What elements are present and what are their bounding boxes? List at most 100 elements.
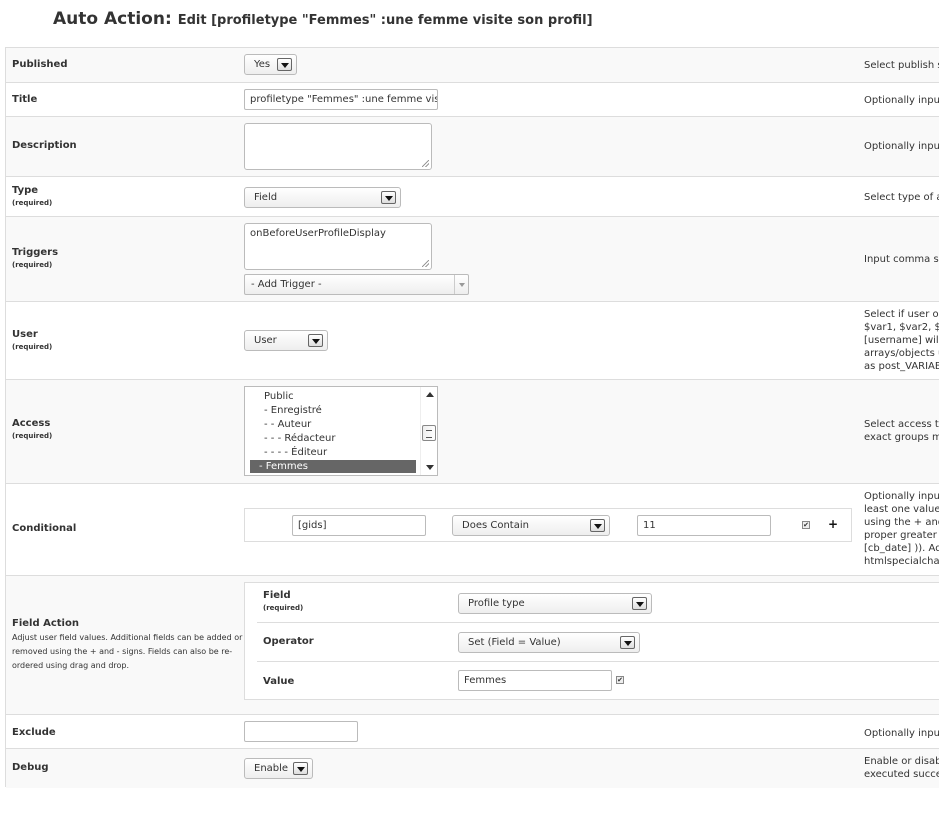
add-condition-button[interactable]: + [828, 517, 838, 531]
triggers-required: (required) [12, 261, 53, 269]
field-action-value-input[interactable]: Femmes [458, 670, 612, 691]
user-label-text: User [12, 329, 38, 340]
conditional-panel: [gids] Does Contain 11 ✔ + [244, 508, 852, 542]
description-label: Description [12, 140, 77, 151]
field-action-field-row: Field (required) Profile type [257, 583, 939, 623]
conditional-operator-value: Does Contain [462, 520, 529, 531]
access-help-line: Select access to [864, 419, 939, 430]
edit-subtitle: Edit [profiletype "Femmes" :une femme vi… [177, 13, 593, 28]
scroll-up-icon[interactable] [426, 392, 434, 397]
conditional-operator-select[interactable]: Does Contain [452, 515, 610, 536]
triggers-textarea[interactable]: onBeforeUserProfileDisplay [244, 223, 432, 270]
chevron-down-icon [590, 519, 605, 532]
conditional-help-line: using the + and [864, 517, 939, 528]
access-label-text: Access [12, 418, 51, 429]
conditional-field-input[interactable]: [gids] [292, 515, 426, 536]
field-action-field-label-text: Field [263, 590, 291, 601]
chevron-down-icon [277, 58, 292, 71]
row-title: Title profiletype "Femmes" :une femme vi… [6, 82, 939, 116]
row-debug: Debug Enable Enable or disab executed su… [6, 748, 939, 788]
triggers-label-text: Triggers [12, 247, 59, 258]
access-option-author[interactable]: - - Auteur [250, 418, 416, 431]
field-action-field-required: (required) [263, 604, 304, 612]
type-select[interactable]: Field [244, 187, 401, 208]
user-help-line: as post_VARIAB [864, 361, 939, 372]
conditional-help-line: [cb_date] )). Add [864, 543, 939, 554]
access-option-registered[interactable]: - Enregistré [250, 404, 416, 417]
field-action-label: Field Action [12, 618, 79, 629]
scroll-thumb[interactable] [422, 425, 436, 441]
field-action-operator-label: Operator [263, 636, 314, 647]
field-action-help-line: ordered using drag and drop. [12, 661, 130, 670]
debug-select[interactable]: Enable [244, 758, 313, 779]
debug-help: Enable or disab executed succes [864, 755, 939, 781]
field-action-field-label: Field (required) [263, 590, 303, 612]
chevron-down-icon [381, 191, 396, 204]
published-select[interactable]: Yes [244, 54, 297, 75]
chevron-down-icon [293, 762, 308, 775]
field-action-operator-value: Set (Field = Value) [468, 637, 561, 648]
row-triggers: Triggers (required) onBeforeUserProfileD… [6, 216, 939, 301]
row-description: Description Optionally input [6, 116, 939, 176]
row-published: Published Yes Select publish s [6, 48, 939, 82]
field-action-value-checkbox[interactable]: ✔ [616, 676, 624, 684]
exclude-input[interactable] [244, 721, 358, 742]
type-label-text: Type [12, 185, 39, 196]
conditional-checkbox[interactable]: ✔ [802, 521, 810, 529]
auto-action-form: Published Yes Select publish s Title pro… [5, 47, 939, 788]
access-option-public[interactable]: Public [250, 390, 416, 403]
exclude-help: Optionally input [864, 728, 939, 739]
resize-handle-icon[interactable] [422, 260, 429, 267]
access-option-publisher[interactable]: - - - - Éditeur [250, 446, 416, 459]
app-title: Auto Action: [53, 9, 172, 29]
conditional-help-line: least one value [864, 504, 939, 515]
debug-help-line: executed succes [864, 769, 939, 780]
user-help-line: $var1, $var2, $v [864, 322, 939, 333]
access-scrollbar[interactable] [420, 387, 437, 475]
resize-handle-icon[interactable] [422, 160, 429, 167]
field-action-operator-select[interactable]: Set (Field = Value) [458, 632, 640, 653]
published-label: Published [12, 59, 68, 70]
field-action-panel: Field (required) Profile type Operator S… [244, 582, 939, 700]
row-type: Type (required) Field Select type of a [6, 176, 939, 216]
scroll-down-icon[interactable] [426, 465, 434, 470]
triggers-label: Triggers (required) [12, 247, 58, 269]
title-label: Title [12, 94, 38, 105]
user-required: (required) [12, 343, 53, 351]
chevron-down-icon [454, 275, 468, 294]
triggers-value: onBeforeUserProfileDisplay [250, 228, 386, 239]
title-input[interactable]: profiletype "Femmes" :une femme visit [244, 89, 438, 110]
description-help: Optionally input [864, 141, 939, 152]
user-select[interactable]: User [244, 330, 328, 351]
chevron-down-icon [308, 334, 323, 347]
access-option-editor[interactable]: - - - Rédacteur [250, 432, 416, 445]
field-action-field-select[interactable]: Profile type [458, 593, 652, 614]
description-textarea[interactable] [244, 123, 432, 170]
user-help-line: arrays/objects us [864, 348, 939, 359]
exclude-label: Exclude [12, 727, 56, 738]
conditional-help: Optionally input least one value using t… [864, 490, 939, 568]
conditional-label: Conditional [12, 523, 77, 534]
conditional-value-input[interactable]: 11 [637, 515, 771, 536]
field-action-operator-row: Operator Set (Field = Value) [257, 623, 939, 662]
chevron-down-icon [632, 597, 647, 610]
access-required: (required) [12, 432, 53, 440]
conditional-help-line: htmlspecialchars [864, 556, 939, 567]
add-trigger-select[interactable]: - Add Trigger - [244, 274, 469, 295]
access-option-femmes[interactable]: - Femmes [250, 460, 416, 473]
conditional-help-line: Optionally input [864, 491, 939, 502]
row-conditional: Conditional [gids] Does Contain 11 ✔ + O… [6, 483, 939, 575]
row-field-action: Field Action Adjust user field values. A… [6, 575, 939, 714]
user-label: User (required) [12, 329, 52, 351]
field-action-help-line: removed using the + and - signs. Fields … [12, 647, 233, 656]
title-help: Optionally input [864, 95, 939, 106]
access-help: Select access to exact groups mu [864, 418, 939, 444]
access-listbox[interactable]: Public - Enregistré - - Auteur - - - Réd… [244, 386, 438, 476]
field-action-value-label: Value [263, 676, 295, 687]
field-action-help-line: Adjust user field values. Additional fie… [12, 633, 243, 642]
debug-value: Enable [254, 763, 289, 774]
user-help-line: Select if user ob [864, 309, 939, 320]
user-value: User [254, 335, 277, 346]
field-action-value-row: Value Femmes ✔ [257, 662, 939, 700]
access-label: Access (required) [12, 418, 52, 440]
